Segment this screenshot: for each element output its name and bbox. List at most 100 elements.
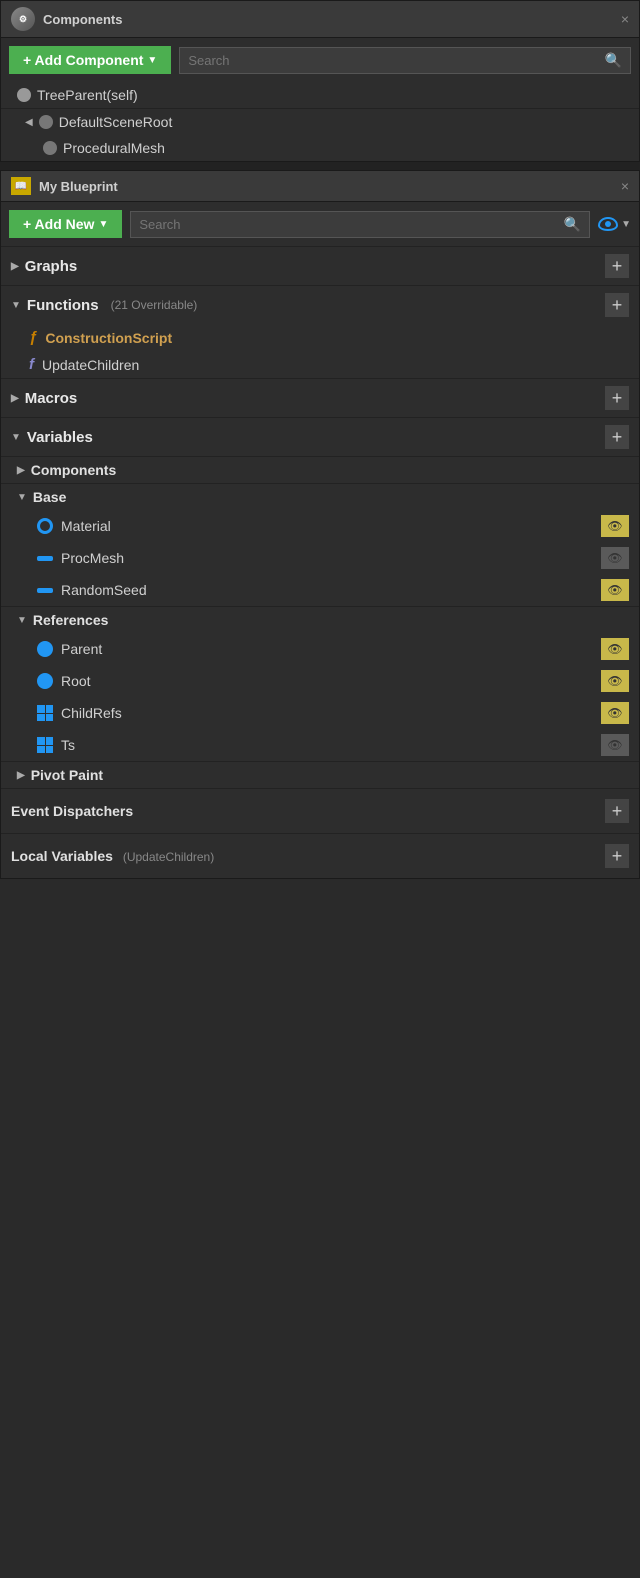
- components-close-button[interactable]: ×: [621, 12, 629, 26]
- blueprint-search-box[interactable]: 🔍: [130, 211, 590, 238]
- variables-arrow: ▼: [11, 432, 21, 443]
- material-label: Material: [61, 518, 111, 534]
- root-type-icon: [37, 673, 53, 689]
- var-components-label: Components: [31, 462, 117, 478]
- tree-item-defaultsceneroot[interactable]: ◀ DefaultSceneRoot: [1, 109, 639, 135]
- childrefs-visibility-button[interactable]: 👁: [601, 702, 629, 724]
- tree-item-proceduralmesh[interactable]: ProceduralMesh: [1, 135, 639, 161]
- var-item-childrefs[interactable]: ChildRefs 👁: [1, 697, 639, 729]
- local-variables-add-button[interactable]: +: [605, 844, 629, 868]
- root-label: Root: [61, 673, 91, 689]
- event-dispatchers-add-button[interactable]: +: [605, 799, 629, 823]
- add-new-arrow: ▼: [98, 219, 108, 230]
- defaultsceneroot-icon: [39, 115, 53, 129]
- root-visibility-button[interactable]: 👁: [601, 670, 629, 692]
- func-item-constructionscript[interactable]: ƒ ConstructionScript: [1, 324, 639, 351]
- parent-label: Parent: [61, 641, 102, 657]
- components-panel: ⚙ Components × + Add Component ▼ 🔍 TreeP…: [0, 0, 640, 162]
- visibility-filter[interactable]: ▼: [598, 217, 631, 231]
- ts-visibility-button[interactable]: 👁: [601, 734, 629, 756]
- var-references-label: References: [33, 612, 109, 628]
- parent-visibility-button[interactable]: 👁: [601, 638, 629, 660]
- functions-add-button[interactable]: +: [605, 293, 629, 317]
- components-search-input[interactable]: [188, 53, 598, 68]
- var-item-root[interactable]: Root 👁: [1, 665, 639, 697]
- material-type-icon: [37, 518, 53, 534]
- constructionscript-label: ConstructionScript: [45, 330, 172, 346]
- var-components-subsection: ▶ Components: [1, 456, 639, 483]
- var-pivotpaint-arrow: ▶: [17, 770, 25, 781]
- var-references-subsection: ▼ References: [1, 606, 639, 633]
- var-base-arrow: ▼: [17, 492, 27, 503]
- visibility-eye-icon: [598, 217, 618, 231]
- graphs-section[interactable]: ▶ Graphs +: [1, 246, 639, 285]
- blueprint-icon: 📖: [11, 177, 31, 195]
- var-pivotpaint-label: Pivot Paint: [31, 767, 103, 783]
- constructionscript-icon: ƒ: [29, 329, 37, 346]
- blueprint-panel-title: 📖 My Blueprint: [11, 177, 118, 195]
- components-panel-header: ⚙ Components ×: [1, 1, 639, 38]
- func-item-updatechildren[interactable]: f UpdateChildren: [1, 351, 639, 378]
- graphs-text: Graphs: [25, 258, 78, 275]
- graphs-arrow: ▶: [11, 261, 19, 272]
- components-toolbar: + Add Component ▼ 🔍: [1, 38, 639, 82]
- blueprint-search-input[interactable]: [139, 217, 557, 232]
- updatechildren-icon: f: [29, 356, 34, 373]
- macros-arrow: ▶: [11, 393, 19, 404]
- randomseed-type-icon: [37, 588, 53, 593]
- proceduralmesh-label: ProceduralMesh: [63, 140, 165, 156]
- var-references-arrow: ▼: [17, 615, 27, 626]
- var-item-procmesh[interactable]: ProcMesh 👁: [1, 542, 639, 574]
- childrefs-type-icon: [37, 705, 53, 721]
- local-variables-section[interactable]: Local Variables (UpdateChildren) +: [1, 833, 639, 878]
- local-variables-label: Local Variables: [11, 848, 113, 864]
- var-base-label: Base: [33, 489, 66, 505]
- ts-type-icon: [37, 737, 53, 753]
- add-new-button[interactable]: + Add New ▼: [9, 210, 122, 238]
- functions-label: ▼ Functions (21 Overridable): [11, 297, 197, 314]
- var-item-randomseed[interactable]: RandomSeed 👁: [1, 574, 639, 606]
- components-search-icon: 🔍: [605, 52, 622, 69]
- randomseed-visibility-button[interactable]: 👁: [601, 579, 629, 601]
- graphs-add-button[interactable]: +: [605, 254, 629, 278]
- functions-section[interactable]: ▼ Functions (21 Overridable) +: [1, 285, 639, 324]
- macros-label: ▶ Macros: [11, 390, 77, 407]
- defaultsceneroot-label: DefaultSceneRoot: [59, 114, 173, 130]
- proceduralmesh-icon: [43, 141, 57, 155]
- var-item-parent[interactable]: Parent 👁: [1, 633, 639, 665]
- components-title-text: Components: [43, 12, 122, 27]
- material-visibility-button[interactable]: 👁: [601, 515, 629, 537]
- var-components-arrow: ▶: [17, 465, 25, 476]
- functions-text: Functions: [27, 297, 99, 314]
- add-new-label: + Add New: [23, 216, 94, 232]
- ts-label: Ts: [61, 737, 75, 753]
- functions-arrow: ▼: [11, 300, 21, 311]
- graphs-label: ▶ Graphs: [11, 258, 77, 275]
- randomseed-label: RandomSeed: [61, 582, 147, 598]
- parent-type-icon: [37, 641, 53, 657]
- blueprint-close-button[interactable]: ×: [621, 179, 629, 193]
- var-item-material[interactable]: Material 👁: [1, 510, 639, 542]
- variables-section[interactable]: ▼ Variables +: [1, 417, 639, 456]
- updatechildren-label: UpdateChildren: [42, 357, 139, 373]
- macros-section[interactable]: ▶ Macros +: [1, 378, 639, 417]
- event-dispatchers-section[interactable]: Event Dispatchers +: [1, 788, 639, 833]
- tree-item-treeparent[interactable]: TreeParent(self): [1, 82, 639, 108]
- components-search-box[interactable]: 🔍: [179, 47, 631, 74]
- visibility-dropdown-arrow: ▼: [621, 219, 631, 230]
- components-icon: ⚙: [11, 7, 35, 31]
- add-component-button[interactable]: + Add Component ▼: [9, 46, 171, 74]
- functions-badge: (21 Overridable): [111, 298, 198, 312]
- variables-label: ▼ Variables: [11, 429, 93, 446]
- blueprint-panel-header: 📖 My Blueprint ×: [1, 171, 639, 202]
- var-base-subsection: ▼ Base: [1, 483, 639, 510]
- blueprint-search-icon: 🔍: [564, 216, 581, 233]
- macros-add-button[interactable]: +: [605, 386, 629, 410]
- variables-text: Variables: [27, 429, 93, 446]
- procmesh-label: ProcMesh: [61, 550, 124, 566]
- procmesh-visibility-button[interactable]: 👁: [601, 547, 629, 569]
- macros-text: Macros: [25, 390, 78, 407]
- variables-add-button[interactable]: +: [605, 425, 629, 449]
- defaultsceneroot-arrow: ◀: [25, 117, 33, 128]
- var-item-ts[interactable]: Ts 👁: [1, 729, 639, 761]
